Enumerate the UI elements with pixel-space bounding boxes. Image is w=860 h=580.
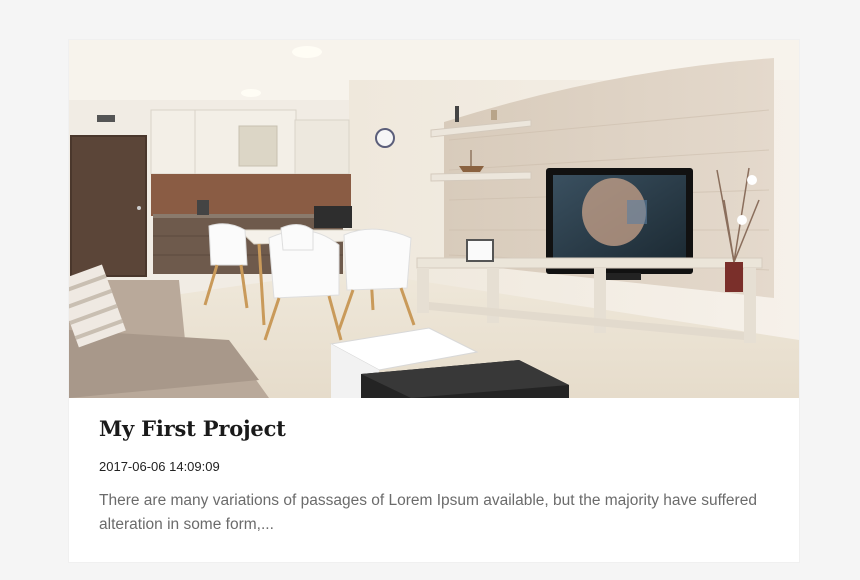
post-excerpt: There are many variations of passages of… [99,492,757,533]
post-date: 2017-06-06 14:09:09 [99,459,220,474]
project-card: My First Project 2017-06-06 14:09:09 The… [69,40,799,562]
post-title[interactable]: My First Project [99,416,286,441]
living-room-photo [69,40,799,398]
project-thumbnail[interactable] [69,40,799,398]
